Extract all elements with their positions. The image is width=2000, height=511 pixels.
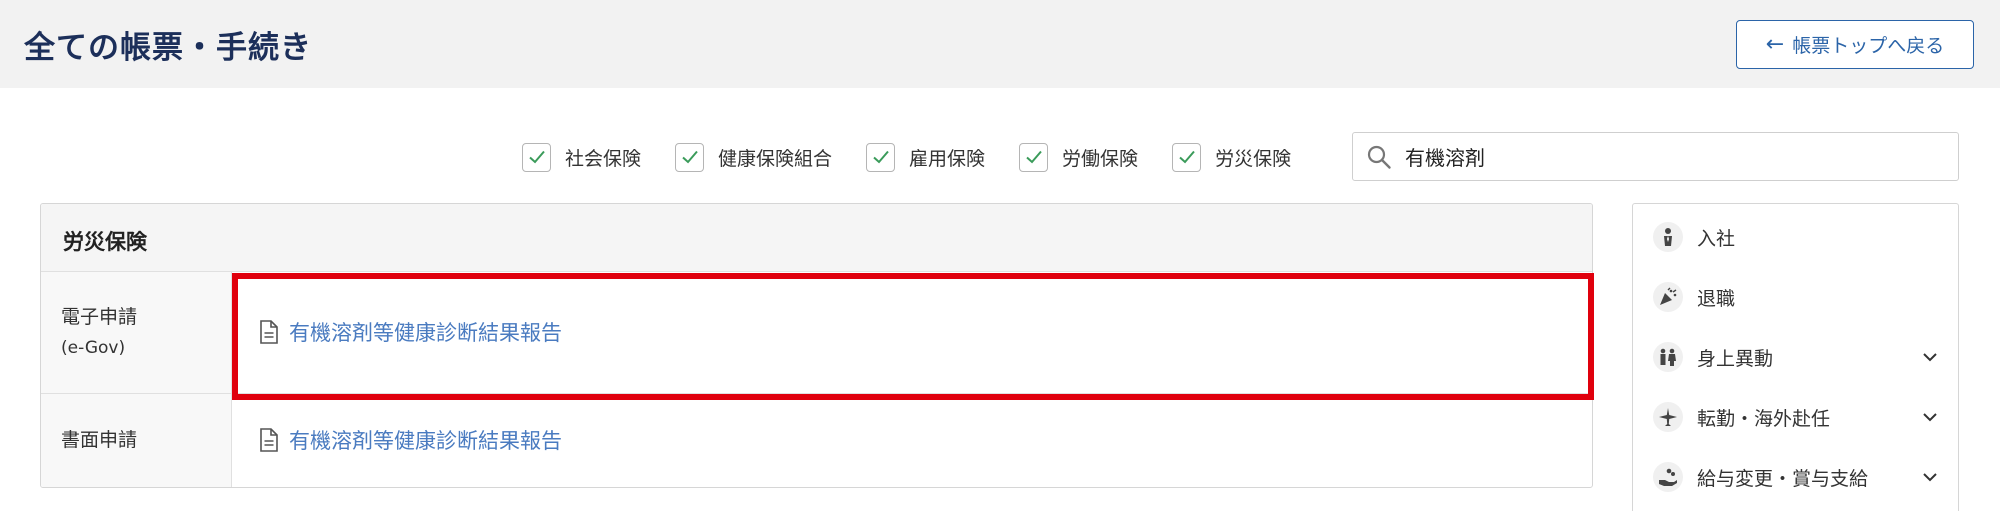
filter-workers-accident-insurance[interactable]: 労災保険 — [1172, 142, 1292, 172]
search-input[interactable] — [1405, 144, 1945, 169]
menu-item-personal-changes[interactable]: 身上異動 — [1633, 328, 1958, 386]
menu-item-salary-bonus[interactable]: 給与変更・賞与支給 — [1633, 448, 1958, 506]
chevron-down-icon — [1923, 353, 1937, 362]
checkbox[interactable] — [866, 142, 896, 172]
form-link-label: 有機溶剤等健康診断結果報告 — [289, 429, 562, 453]
filter-social-insurance[interactable]: 社会保険 — [522, 142, 642, 172]
filter-health-insurance-union[interactable]: 健康保険組合 — [675, 142, 833, 172]
menu-item-transfer-overseas[interactable]: 転勤・海外赴任 — [1633, 388, 1958, 446]
checkmark-icon — [528, 150, 545, 164]
chevron-down-icon — [1923, 413, 1937, 422]
row-label: 電子申請 — [61, 306, 138, 328]
page-header: 全ての帳票・手続き ← 帳票トップへ戻る — [0, 0, 2000, 88]
menu-item-label: 転勤・海外赴任 — [1697, 407, 1831, 430]
arrow-left-icon: ← — [1765, 31, 1785, 57]
menu-item-label: 身上異動 — [1697, 347, 1774, 370]
filter-label: 健康保険組合 — [718, 147, 833, 170]
checkbox[interactable] — [1172, 142, 1202, 172]
menu-item-leaving[interactable]: 退職 — [1633, 268, 1958, 326]
menu-item-label: 入社 — [1697, 227, 1736, 250]
table-row: 電子申請 (e-Gov) 有機溶剤等健康診断結果報告 — [41, 272, 1592, 394]
checkbox[interactable] — [675, 142, 705, 172]
checkmark-icon — [681, 150, 698, 164]
family-icon — [1653, 342, 1683, 372]
chevron-down-icon — [1923, 473, 1937, 482]
party-popper-icon — [1653, 282, 1683, 312]
menu-item-joining[interactable]: 入社 — [1633, 208, 1958, 266]
checkmark-icon — [1025, 150, 1042, 164]
category-side-menu: 入社 退職 身上異動 転勤・海外赴任 給与変更・賞与支給 — [1632, 203, 1959, 511]
row-label: 書面申請 — [61, 429, 138, 451]
filter-label: 雇用保険 — [909, 147, 986, 170]
form-link-electronic[interactable]: 有機溶剤等健康診断結果報告 — [259, 317, 562, 347]
coins-hand-icon — [1653, 462, 1683, 492]
filter-label: 労災保険 — [1215, 147, 1292, 170]
filter-employment-insurance[interactable]: 雇用保険 — [866, 142, 986, 172]
menu-item-label: 退職 — [1697, 287, 1736, 310]
airplane-icon — [1653, 402, 1683, 432]
menu-item-label: 給与変更・賞与支給 — [1697, 467, 1869, 490]
forms-table: 労災保険 電子申請 (e-Gov) 有機溶剤等健康診断結果報告 書面申請 有機溶… — [40, 203, 1593, 488]
row-label-cell: 書面申請 — [41, 394, 232, 487]
search-box[interactable] — [1352, 132, 1959, 181]
person-tie-icon — [1653, 222, 1683, 252]
checkbox[interactable] — [1019, 142, 1049, 172]
filter-bar: 社会保険 健康保険組合 雇用保険 労働保険 労災保険 — [522, 142, 1325, 172]
page-title: 全ての帳票・手続き — [24, 30, 312, 66]
table-heading-label: 労災保険 — [63, 230, 147, 254]
back-to-forms-top-button[interactable]: ← 帳票トップへ戻る — [1736, 20, 1974, 69]
checkmark-icon — [872, 150, 889, 164]
filter-label: 社会保険 — [565, 147, 642, 170]
checkbox[interactable] — [522, 142, 551, 172]
search-icon — [1353, 133, 1405, 180]
row-sublabel: (e-Gov) — [61, 338, 126, 358]
table-row: 書面申請 有機溶剤等健康診断結果報告 — [41, 394, 1592, 487]
back-button-label: 帳票トップへ戻る — [1792, 35, 1945, 57]
checkmark-icon — [1178, 150, 1195, 164]
document-icon — [260, 320, 278, 344]
document-icon — [260, 428, 278, 452]
table-heading: 労災保険 — [41, 204, 1592, 272]
filter-label: 労働保険 — [1062, 147, 1139, 170]
form-link-paper[interactable]: 有機溶剤等健康診断結果報告 — [259, 425, 562, 455]
filter-labor-insurance[interactable]: 労働保険 — [1019, 142, 1139, 172]
row-label-cell: 電子申請 (e-Gov) — [41, 272, 232, 393]
form-link-label: 有機溶剤等健康診断結果報告 — [289, 321, 562, 345]
